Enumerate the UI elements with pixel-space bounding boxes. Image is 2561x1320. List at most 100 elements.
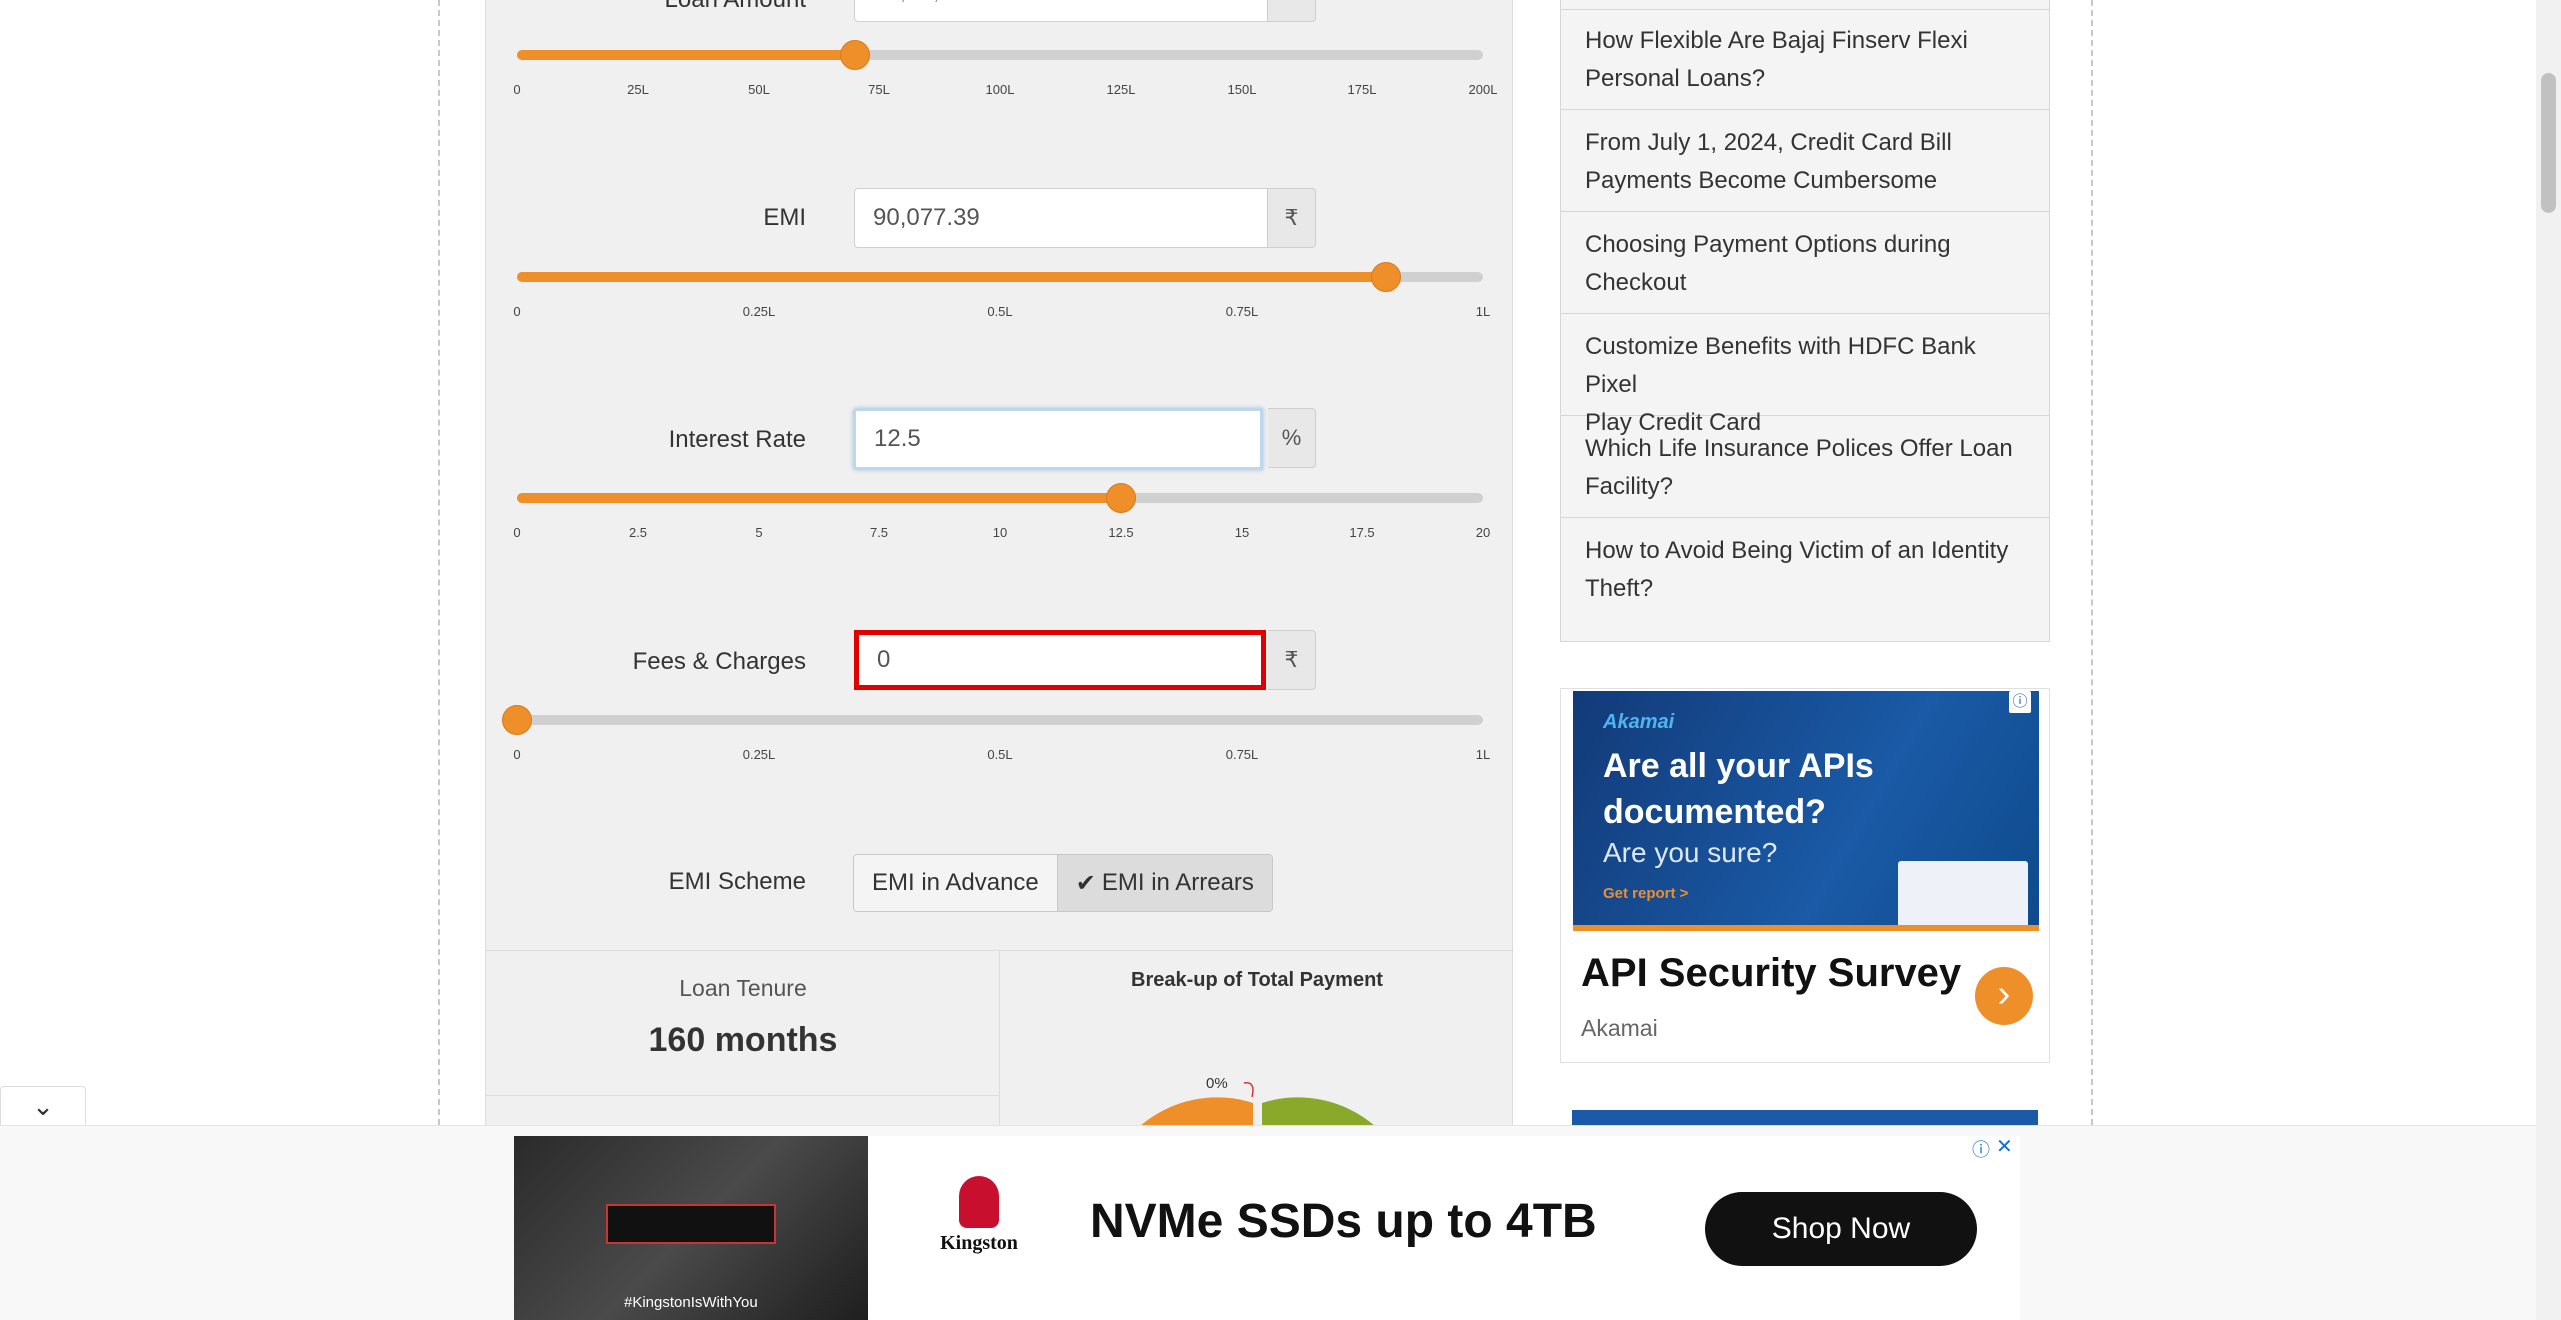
loan-amount-ticks: 0 25L 50L 75L 100L 125L 150L 175L 200L [513,82,1497,102]
tick-label: 15 [1234,525,1250,540]
interest-rate-slider-thumb[interactable] [1106,483,1136,513]
article-link-line2[interactable]: Checkout [1585,264,2025,302]
tick-label: 25L [627,82,649,97]
bottom-ad-banner[interactable]: #KingstonIsWithYou Kingston NVMe SSDs up… [0,1125,2536,1320]
interest-rate-slider[interactable] [517,483,1483,513]
tick-label: 5 [755,525,763,540]
loan-amount-label: Loan Amount [486,0,806,14]
loan-amount-slider[interactable] [517,40,1483,70]
interest-rate-input[interactable]: 12.5 [853,408,1263,470]
article-link-line2[interactable]: Payments Become Cumbersome [1585,162,2025,200]
ad-content[interactable]: Kingston NVMe SSDs up to 4TB Shop Now ⓘ … [868,1136,2020,1320]
fees-ticks: 0 0.25L 0.5L 0.75L 1L [513,747,1490,767]
emi-slider-thumb[interactable] [1371,262,1401,292]
list-item[interactable]: Customize Benefits with HDFC Bank Pixel … [1561,324,2049,436]
article-link-line1[interactable]: Which Life Insurance Polices Offer Loan [1585,430,2025,468]
ad-headline[interactable]: NVMe SSDs up to 4TB [1090,1194,1597,1249]
emi-in-advance-button[interactable]: EMI in Advance [854,855,1057,911]
adchoices-icon[interactable]: ⓘ [1972,1136,1990,1162]
divider [1561,9,2049,10]
emi-ticks: 0 0.25L 0.5L 0.75L 1L [513,304,1490,324]
close-icon[interactable]: ✕ [1996,1134,2013,1159]
loan-tenure-panel: Loan Tenure 160 months [486,950,1000,1125]
article-link-line2[interactable]: Personal Loans? [1585,60,2025,98]
ad-headline: Are all your APIs documented? [1603,747,1874,831]
emi-label: EMI [763,204,806,231]
scrollbar-thumb[interactable] [2541,73,2556,213]
side-ad-2[interactable] [1572,1110,2038,1125]
ad-image[interactable]: Akamai Are all your APIs documented? Are… [1573,691,2039,931]
loan-amount-unit: ₹ [1268,0,1316,22]
collapse-ad-tab[interactable]: ⌄ [0,1086,86,1126]
ad-product-image[interactable]: #KingstonIsWithYou [514,1136,868,1320]
fees-input[interactable]: 0 [854,630,1266,690]
tick-label: 10 [992,525,1008,540]
tick-label: 200L [1468,82,1498,97]
loan-tenure-value: 160 months [648,1021,838,1059]
article-link-line2[interactable]: Theft? [1585,570,2025,608]
tick-label: 20 [1475,525,1491,540]
ad-title[interactable]: API Security Survey [1581,951,1961,996]
emi-input[interactable]: 90,077.39 [854,188,1268,248]
emi-slider[interactable] [517,262,1483,292]
loan-amount-input[interactable]: 70,00,000 [854,0,1268,22]
tick-label: 1L [1475,747,1491,762]
tick-label: 1L [1475,304,1491,319]
ad-orange-bar [1573,925,2039,931]
emi-slider-fill [517,272,1386,282]
interest-rate-slider-fill [517,493,1121,503]
ad-cta-text[interactable]: Get report > [1603,885,1688,902]
interest-rate-ticks: 0 2.5 5 7.5 10 12.5 15 17.5 20 [513,525,1490,545]
tick-label: 2.5 [628,525,648,540]
tick-label: 12.5 [1108,525,1134,540]
tick-label: 0.25L [742,304,776,319]
emi-scheme-label: EMI Scheme [668,868,806,895]
list-item[interactable]: Which Life Insurance Polices Offer Loan … [1561,426,2049,518]
list-item[interactable]: From July 1, 2024, Credit Card Bill Paym… [1561,120,2049,212]
tick-label: 0 [513,747,521,762]
tick-label: 7.5 [869,525,889,540]
emi-calculator: Loan Amount 70,00,000 ₹ 0 25L 50L 75L 100L 12… [485,0,1514,1126]
tick-label: 0.25L [742,747,776,762]
tick-label: 0.75L [1225,747,1259,762]
ssd-product [606,1204,776,1244]
payment-breakup-panel: Break-up of Total Payment 0% [1000,950,1514,1126]
article-link-line2[interactable]: Facility? [1585,468,2025,506]
article-link-line1[interactable]: How to Avoid Being Victim of an Identity [1585,532,2025,570]
kingston-wordmark: Kingston [940,1232,1018,1254]
article-link-line1[interactable]: Customize Benefits with HDFC Bank Pixel [1585,328,2025,404]
fees-slider[interactable] [502,705,1483,735]
tick-label: 0 [513,525,521,540]
related-articles-list: How Flexible Are Bajaj Finserv Flexi Per… [1560,0,2050,642]
ad-advertiser: Akamai [1581,1015,1658,1041]
tick-label: 175L [1347,82,1377,97]
shop-now-button[interactable]: Shop Now [1705,1192,1977,1266]
fees-slider-thumb[interactable] [502,705,532,735]
chevron-down-icon: ⌄ [32,1091,54,1121]
kingston-logo: Kingston [934,1176,1024,1266]
ad-arrow-button[interactable]: › [1975,967,2033,1025]
article-link-line1[interactable]: How Flexible Are Bajaj Finserv Flexi [1585,22,2025,60]
article-link-line1[interactable]: From July 1, 2024, Credit Card Bill [1585,124,2025,162]
pie-slice-green [1262,1097,1375,1126]
page-scrollbar[interactable] [2536,0,2561,1320]
breakup-pie-chart [1140,1082,1375,1126]
side-ad[interactable]: Akamai Are all your APIs documented? Are… [1560,688,2050,1063]
list-item[interactable]: How Flexible Are Bajaj Finserv Flexi Per… [1561,22,2049,110]
loan-amount-slider-fill [517,50,855,60]
list-item[interactable]: Choosing Payment Options during Checkout [1561,222,2049,314]
tick-label: 0 [513,82,521,97]
tick-label: 0.75L [1225,304,1259,319]
article-link-line1[interactable]: Choosing Payment Options during [1585,226,2025,264]
tick-label: 125L [1106,82,1136,97]
loan-amount-slider-thumb[interactable] [840,40,870,70]
adchoices-icon[interactable]: ⓘ [2009,691,2031,713]
interest-rate-label: Interest Rate [668,426,806,453]
tick-label: 0.5L [987,747,1013,762]
emi-in-arrears-button[interactable]: ✔ EMI in Arrears [1056,855,1272,911]
list-item[interactable]: How to Avoid Being Victim of an Identity… [1561,528,2049,640]
kingston-head-icon [959,1176,999,1228]
interest-rate-unit: % [1268,408,1316,468]
tick-label: 75L [868,82,890,97]
pie-slice-orange [1140,1097,1253,1126]
